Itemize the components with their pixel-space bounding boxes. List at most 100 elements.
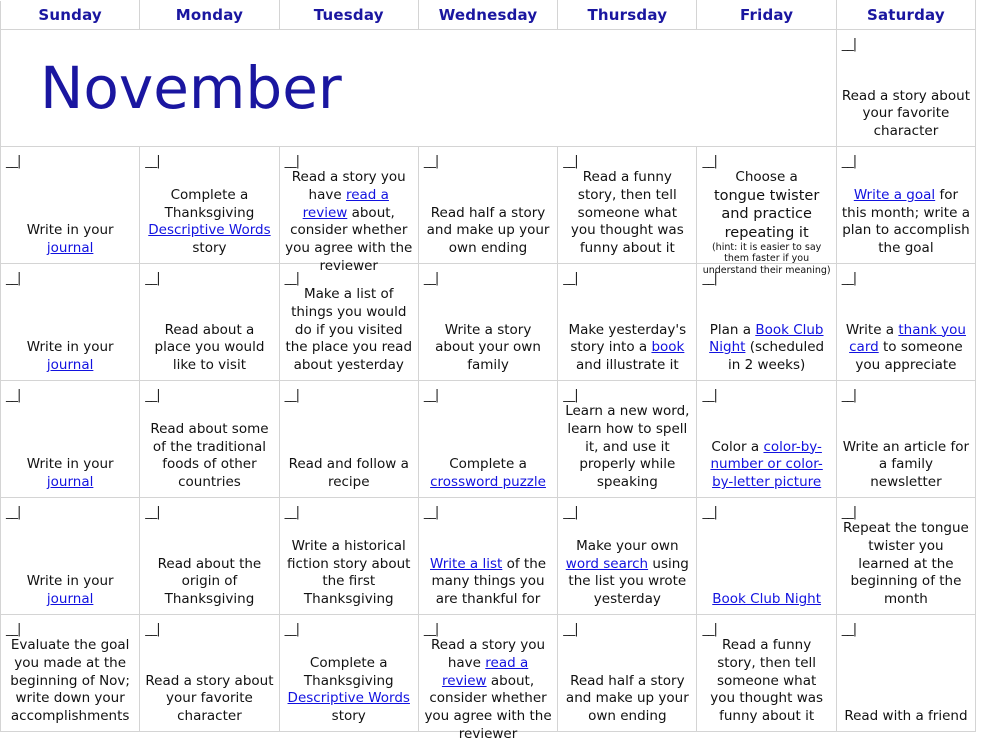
date-blank-field[interactable]: __| [702, 623, 717, 638]
day-task: Write in your journal [6, 339, 134, 375]
task-text: Evaluate the goal you made at the beginn… [10, 637, 130, 725]
date-blank-field[interactable]: __| [424, 155, 439, 170]
calendar-day-cell: __| Read a story about your favorite char… [139, 614, 280, 732]
date-blank-field[interactable]: __| [285, 506, 300, 521]
task-link[interactable]: Descriptive Words [148, 222, 270, 238]
calendar-day-cell: __| Read and follow a recipe [278, 380, 419, 498]
task-link[interactable]: crossword puzzle [430, 474, 546, 490]
weekday-header-wednesday: Wednesday [417, 0, 559, 30]
calendar-day-cell: __| Make a list of things you would do if… [278, 263, 419, 381]
task-text: and illustrate it [576, 357, 679, 374]
day-task: Make your own word search using the list… [563, 538, 691, 609]
calendar-day-cell: __| Read half a story and make up your ow… [557, 614, 698, 732]
task-text: Write in your [26, 222, 114, 239]
day-task: Complete a Thanksgiving Descriptive Word… [285, 655, 413, 726]
day-task: Read and follow a recipe [285, 456, 413, 492]
date-blank-field[interactable]: __| [702, 272, 717, 287]
calendar-day-cell: __| Book Club Night [696, 497, 837, 615]
date-blank-field[interactable]: __| [563, 506, 578, 521]
task-link[interactable]: journal [47, 240, 93, 256]
calendar-day-cell: __| Plan a Book Club Night (scheduled in … [696, 263, 837, 381]
weekday-header-monday: Monday [139, 0, 280, 30]
date-blank-field[interactable]: __| [702, 155, 717, 170]
day-task: Read with a friend [842, 708, 970, 726]
task-link[interactable]: book [651, 339, 684, 355]
calendar-day-cell: __| Write a historical fiction story abou… [278, 497, 419, 615]
date-blank-field[interactable]: __| [145, 272, 160, 287]
date-blank-field[interactable]: __| [285, 155, 300, 170]
date-blank-field[interactable]: __| [145, 389, 160, 404]
date-blank-field[interactable]: __| [285, 623, 300, 638]
date-blank-field[interactable]: __| [6, 272, 21, 287]
task-link[interactable]: journal [47, 474, 93, 490]
date-blank-field[interactable]: __| [424, 389, 439, 404]
task-link[interactable]: journal [47, 591, 93, 607]
day-task: Read a story about your favorite charact… [842, 88, 970, 141]
page-title: November [40, 53, 342, 122]
task-text: Make a list of things you would do if yo… [285, 286, 413, 374]
task-link[interactable]: Descriptive Words [288, 690, 410, 706]
day-task: Repeat the tongue twister you learned at… [842, 520, 970, 609]
day-task: Choose a tongue twister and practice repe… [702, 169, 831, 276]
day-task: Make yesterday's story into a book and i… [563, 322, 691, 375]
task-text: Complete a Thanksgiving [164, 186, 255, 221]
calendar-body: November __| Read a story about your favor… [0, 29, 977, 742]
date-blank-field[interactable]: __| [6, 389, 21, 404]
day-task: Read a story you have read a review abou… [424, 637, 552, 744]
date-blank-field[interactable]: __| [6, 623, 21, 638]
calendar-week-row: __| Evaluate the goal you made at the beg… [0, 614, 977, 742]
date-blank-field[interactable]: __| [145, 155, 160, 170]
task-text: Read about some of the traditional foods… [150, 420, 269, 491]
calendar-day-cell: __| Write a goal for this month; write a … [835, 146, 977, 264]
calendar-day-cell: __| Read a story about your favorite char… [835, 29, 977, 147]
date-blank-field[interactable]: __| [842, 506, 857, 521]
date-blank-field[interactable]: __| [285, 389, 300, 404]
day-task: Read about a place you would like to vis… [145, 322, 273, 375]
date-blank-field[interactable]: __| [842, 272, 857, 287]
calendar-day-cell: __| Write in your journal [0, 497, 141, 615]
task-link[interactable]: word search [566, 556, 648, 572]
date-blank-field[interactable]: __| [563, 272, 578, 287]
date-blank-field[interactable]: __| [424, 623, 439, 638]
date-blank-field[interactable]: __| [145, 506, 160, 521]
date-blank-field[interactable]: __| [842, 389, 857, 404]
task-text: Read and follow a recipe [288, 456, 409, 491]
day-task: Write a list of the many things you are … [424, 556, 552, 609]
calendar-day-cell: __| Learn a new word, learn how to spell … [557, 380, 698, 498]
task-link[interactable]: Write a goal [854, 187, 935, 203]
date-blank-field[interactable]: __| [842, 38, 857, 53]
calendar-day-cell: __| Make your own word search using the l… [557, 497, 698, 615]
date-blank-field[interactable]: __| [842, 155, 857, 170]
task-link[interactable]: Book Club Night [712, 591, 821, 607]
weekday-header-friday: Friday [696, 0, 837, 30]
date-blank-field[interactable]: __| [563, 623, 578, 638]
date-blank-field[interactable]: __| [702, 389, 717, 404]
date-blank-field[interactable]: __| [702, 506, 717, 521]
date-blank-field[interactable]: __| [842, 623, 857, 638]
monthly-reading-calendar: Sunday Monday Tuesday Wednesday Thursday Frid… [0, 0, 977, 742]
date-blank-field[interactable]: __| [563, 389, 578, 404]
calendar-day-cell: __| Read a story you have read a review a… [417, 614, 559, 742]
date-blank-field[interactable]: __| [285, 272, 300, 287]
task-link[interactable]: journal [47, 357, 93, 373]
calendar-day-cell: __| Make yesterday's story into a book an… [557, 263, 698, 381]
calendar-day-cell: __| Read with a friend [835, 614, 977, 732]
date-blank-field[interactable]: __| [6, 155, 21, 170]
day-task: Read half a story and make up your own e… [563, 673, 691, 726]
day-task: Write a goal for this month; write a pla… [842, 187, 970, 258]
date-blank-field[interactable]: __| [563, 155, 578, 170]
day-task: Write a thank you card to someone you ap… [842, 322, 970, 375]
task-text: Make your own [576, 537, 679, 554]
day-task: Read a funny story, then tell someone wh… [702, 637, 830, 726]
day-task: Read a story you have read a review abou… [285, 169, 413, 276]
task-text: story [331, 708, 366, 725]
date-blank-field[interactable]: __| [424, 272, 439, 287]
day-task: Write in your journal [6, 222, 134, 258]
date-blank-field[interactable]: __| [424, 506, 439, 521]
date-blank-field[interactable]: __| [145, 623, 160, 638]
day-task: Write an article for a family newsletter [842, 439, 970, 492]
day-task: Complete a Thanksgiving Descriptive Word… [145, 187, 273, 258]
task-text: Complete a Thanksgiving [303, 654, 394, 689]
date-blank-field[interactable]: __| [6, 506, 21, 521]
task-link[interactable]: Write a list [430, 556, 502, 572]
